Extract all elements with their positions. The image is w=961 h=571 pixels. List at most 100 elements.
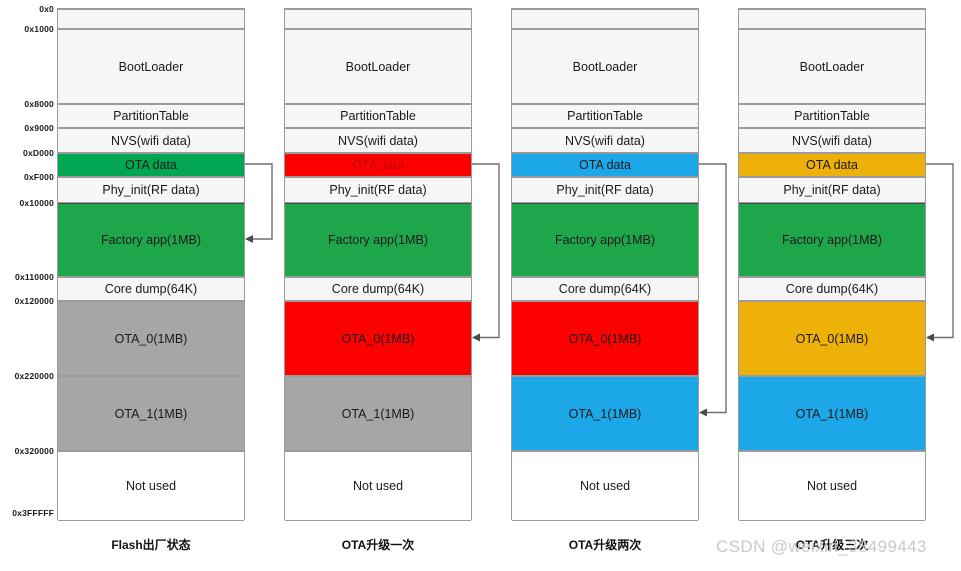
- partition-band-ota-1: OTA_1(1MB): [58, 376, 244, 451]
- partition-label: PartitionTable: [567, 109, 643, 123]
- partition-label: Phy_init(RF data): [329, 183, 427, 197]
- arrow-col-ota-3: [926, 163, 954, 342]
- partition-label: Factory app(1MB): [554, 233, 656, 247]
- partition-label: OTA_0(1MB): [795, 331, 869, 346]
- partition-band-ota-0: OTA_0(1MB): [512, 301, 698, 376]
- partition-band-reserved: [285, 9, 471, 29]
- address-tick: 0x10000: [19, 198, 54, 208]
- partition-band-bootloader: BootLoader: [512, 29, 698, 104]
- flash-column-ota-3: BootLoader PartitionTable NVS(wifi data) OT…: [738, 8, 926, 521]
- partition-label: OTA data: [125, 158, 177, 172]
- partition-band-partition: PartitionTable: [739, 104, 925, 128]
- partition-label: OTA_1(1MB): [795, 406, 869, 421]
- partition-band-ota-data: OTA data: [512, 153, 698, 177]
- partition-band-ota-1: OTA_1(1MB): [285, 376, 471, 451]
- partition-label: Not used: [352, 479, 404, 493]
- partition-band-nvs: NVS(wifi data): [739, 128, 925, 153]
- partition-band-factory-app: Factory app(1MB): [58, 203, 244, 277]
- partition-label: Core dump(64K): [331, 282, 425, 296]
- partition-band-factory-app: Factory app(1MB): [512, 203, 698, 277]
- partition-label: OTA data: [352, 158, 404, 172]
- partition-label: OTA_1(1MB): [114, 406, 188, 421]
- partition-label: OTA_0(1MB): [568, 331, 642, 346]
- partition-band-ota-data: OTA data: [739, 153, 925, 177]
- partition-band-phy-init: Phy_init(RF data): [739, 177, 925, 203]
- arrow-col-ota-2: [699, 163, 727, 417]
- caption-column-ota-2: OTA升级两次: [568, 538, 642, 552]
- address-tick: 0x120000: [14, 296, 54, 306]
- partition-band-partition: PartitionTable: [58, 104, 244, 128]
- flash-column-factory: BootLoader PartitionTable NVS(wifi data) OT…: [57, 8, 245, 521]
- partition-label: Phy_init(RF data): [556, 183, 654, 197]
- partition-label: BootLoader: [118, 59, 184, 74]
- partition-band-not-used: Not used: [58, 451, 244, 521]
- flash-column-ota-1: BootLoader PartitionTable NVS(wifi data) OT…: [284, 8, 472, 521]
- partition-band-ota-1: OTA_1(1MB): [512, 376, 698, 451]
- partition-band-partition: PartitionTable: [285, 104, 471, 128]
- address-tick: 0xD000: [23, 148, 54, 158]
- address-tick: 0x110000: [15, 272, 54, 282]
- partition-band-ota-data: OTA data: [285, 153, 471, 177]
- arrow-col-ota-1: [472, 163, 500, 342]
- partition-label: Core dump(64K): [558, 282, 652, 296]
- partition-label: Factory app(1MB): [327, 233, 429, 247]
- address-tick: 0x220000: [14, 371, 54, 381]
- partition-band-bootloader: BootLoader: [285, 29, 471, 104]
- address-tick: 0x9000: [24, 123, 54, 133]
- address-tick: 0x320000: [14, 446, 54, 456]
- partition-label: OTA data: [579, 158, 631, 172]
- partition-band-bootloader: BootLoader: [58, 29, 244, 104]
- partition-band-ota-0: OTA_0(1MB): [58, 301, 244, 376]
- partition-label: PartitionTable: [794, 109, 870, 123]
- partition-label: Not used: [579, 479, 631, 493]
- partition-band-reserved: [58, 9, 244, 29]
- partition-band-not-used: Not used: [285, 451, 471, 521]
- partition-band-phy-init: Phy_init(RF data): [285, 177, 471, 203]
- caption-column-ota-1: OTA升级一次: [341, 538, 415, 552]
- partition-label: OTA data: [806, 158, 858, 172]
- partition-label: OTA_0(1MB): [341, 331, 415, 346]
- partition-band-reserved: [739, 9, 925, 29]
- partition-label: Phy_init(RF data): [102, 183, 200, 197]
- arrow-col-factory: [245, 163, 273, 243]
- partition-band-reserved: [512, 9, 698, 29]
- partition-band-not-used: Not used: [512, 451, 698, 521]
- partition-label: Core dump(64K): [104, 282, 198, 296]
- partition-label: OTA_1(1MB): [341, 406, 415, 421]
- partition-band-nvs: NVS(wifi data): [58, 128, 244, 153]
- flash-column-ota-2: BootLoader PartitionTable NVS(wifi data) OT…: [511, 8, 699, 521]
- address-tick: 0x3FFFFF: [12, 508, 54, 518]
- partition-label: Not used: [125, 479, 177, 493]
- partition-band-core-dump: Core dump(64K): [739, 277, 925, 301]
- partition-label: Factory app(1MB): [781, 233, 883, 247]
- watermark: CSDN @weixin_38499443: [716, 537, 927, 556]
- partition-label: Not used: [806, 479, 858, 493]
- partition-band-ota-data: OTA data: [58, 153, 244, 177]
- partition-label: PartitionTable: [113, 109, 189, 123]
- partition-label: Phy_init(RF data): [783, 183, 881, 197]
- partition-band-core-dump: Core dump(64K): [58, 277, 244, 301]
- partition-label: OTA_0(1MB): [114, 331, 188, 346]
- partition-band-partition: PartitionTable: [512, 104, 698, 128]
- partition-label: NVS(wifi data): [565, 133, 645, 148]
- partition-label: PartitionTable: [340, 109, 416, 123]
- flash-partition-diagram: 0x0 0x1000 0x8000 0x9000 0xD000 0xF000 0x10000…: [0, 0, 961, 571]
- partition-band-ota-0: OTA_0(1MB): [285, 301, 471, 376]
- address-tick: 0xF000: [23, 172, 54, 182]
- partition-label: Factory app(1MB): [100, 233, 202, 247]
- partition-band-core-dump: Core dump(64K): [512, 277, 698, 301]
- partition-label: NVS(wifi data): [111, 133, 191, 148]
- partition-band-ota-1: OTA_1(1MB): [739, 376, 925, 451]
- address-tick: 0x0: [39, 4, 54, 14]
- partition-band-phy-init: Phy_init(RF data): [512, 177, 698, 203]
- partition-label: BootLoader: [572, 59, 638, 74]
- partition-label: NVS(wifi data): [792, 133, 872, 148]
- partition-band-core-dump: Core dump(64K): [285, 277, 471, 301]
- partition-label: OTA_1(1MB): [568, 406, 642, 421]
- partition-band-phy-init: Phy_init(RF data): [58, 177, 244, 203]
- partition-label: NVS(wifi data): [338, 133, 418, 148]
- address-axis: 0x0 0x1000 0x8000 0x9000 0xD000 0xF000 0x10000…: [0, 0, 58, 530]
- partition-band-factory-app: Factory app(1MB): [285, 203, 471, 277]
- address-tick: 0x8000: [24, 99, 54, 109]
- address-tick: 0x1000: [24, 24, 54, 34]
